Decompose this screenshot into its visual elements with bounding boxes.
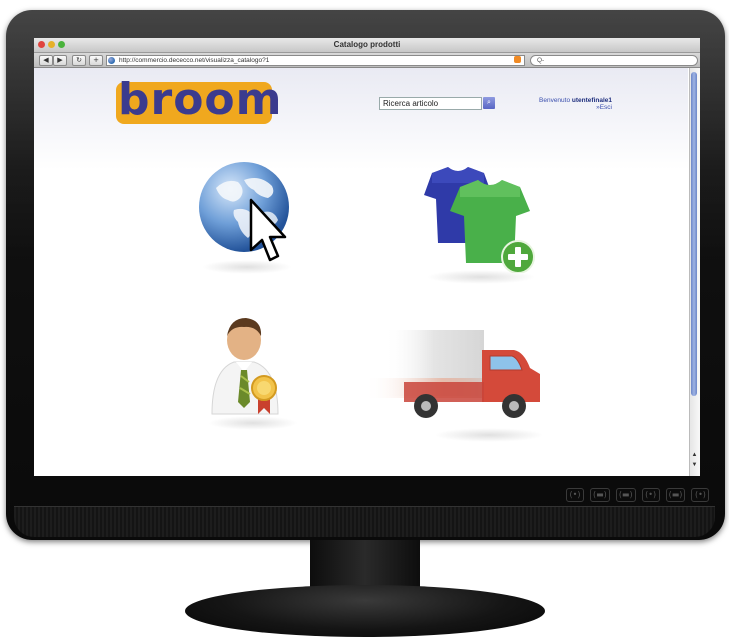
scroll-down-icon[interactable]: ▼ (691, 462, 698, 469)
monitor-stand-base (185, 585, 545, 637)
tile-reflection (434, 428, 544, 442)
tile-reflection (426, 270, 536, 284)
search-icon: ⌕ (487, 99, 491, 106)
tile-products[interactable] (414, 163, 544, 274)
browser-search-field[interactable]: Q- (530, 55, 698, 66)
power-button[interactable]: (•) (691, 488, 710, 502)
tshirt-add-icon (424, 167, 535, 274)
forward-arrow-icon[interactable]: ▶ (53, 55, 67, 66)
window-title: Catalogo prodotti (333, 40, 401, 49)
rss-icon[interactable] (514, 56, 521, 63)
monitor-button[interactable]: (•) (641, 488, 660, 502)
delivery-truck-icon (364, 330, 540, 418)
scrollbar-thumb[interactable] (691, 72, 697, 396)
window-titlebar: Catalogo prodotti (34, 38, 700, 53)
scroll-up-icon[interactable]: ▲ (691, 452, 698, 459)
tile-shipping[interactable] (364, 320, 554, 430)
monitor-button[interactable]: (▬) (590, 488, 610, 502)
tile-reflection (208, 416, 298, 430)
site-globe-icon (108, 57, 115, 64)
logout-link[interactable]: »Esci (496, 104, 612, 111)
logo[interactable]: broom (118, 74, 283, 126)
plus-icon[interactable]: + (89, 55, 103, 66)
reload-icon[interactable]: ↻ (72, 55, 86, 66)
product-search-input[interactable]: Ricerca articolo (379, 97, 482, 110)
search-button[interactable]: ⌕ (483, 97, 495, 109)
tile-account[interactable] (200, 310, 310, 420)
monitor-button[interactable]: (▬) (665, 488, 686, 502)
tile-reflection (202, 260, 292, 274)
monitor-controls: (•) (▬) (▬) (•) (▬) (•) (566, 488, 710, 502)
businessman-badge-icon (211, 318, 279, 415)
page-content (34, 68, 688, 476)
monitor-speaker (14, 506, 715, 537)
back-arrow-icon[interactable]: ◀ (39, 55, 53, 66)
browser-window: Catalogo prodotti ◀ ▶ ↻ + http://commerc… (34, 38, 700, 476)
welcome-prefix: Benvenuto (539, 97, 571, 104)
monitor-button[interactable]: (▬) (615, 488, 636, 502)
address-bar[interactable]: http://commercio.dececco.net/visualizza_… (106, 55, 525, 66)
monitor-button[interactable]: (•) (566, 488, 584, 502)
user-name: utentefinale1 (571, 97, 612, 104)
browser-toolbar: ◀ ▶ ↻ + http://commercio.dececco.net/vis… (34, 53, 700, 68)
